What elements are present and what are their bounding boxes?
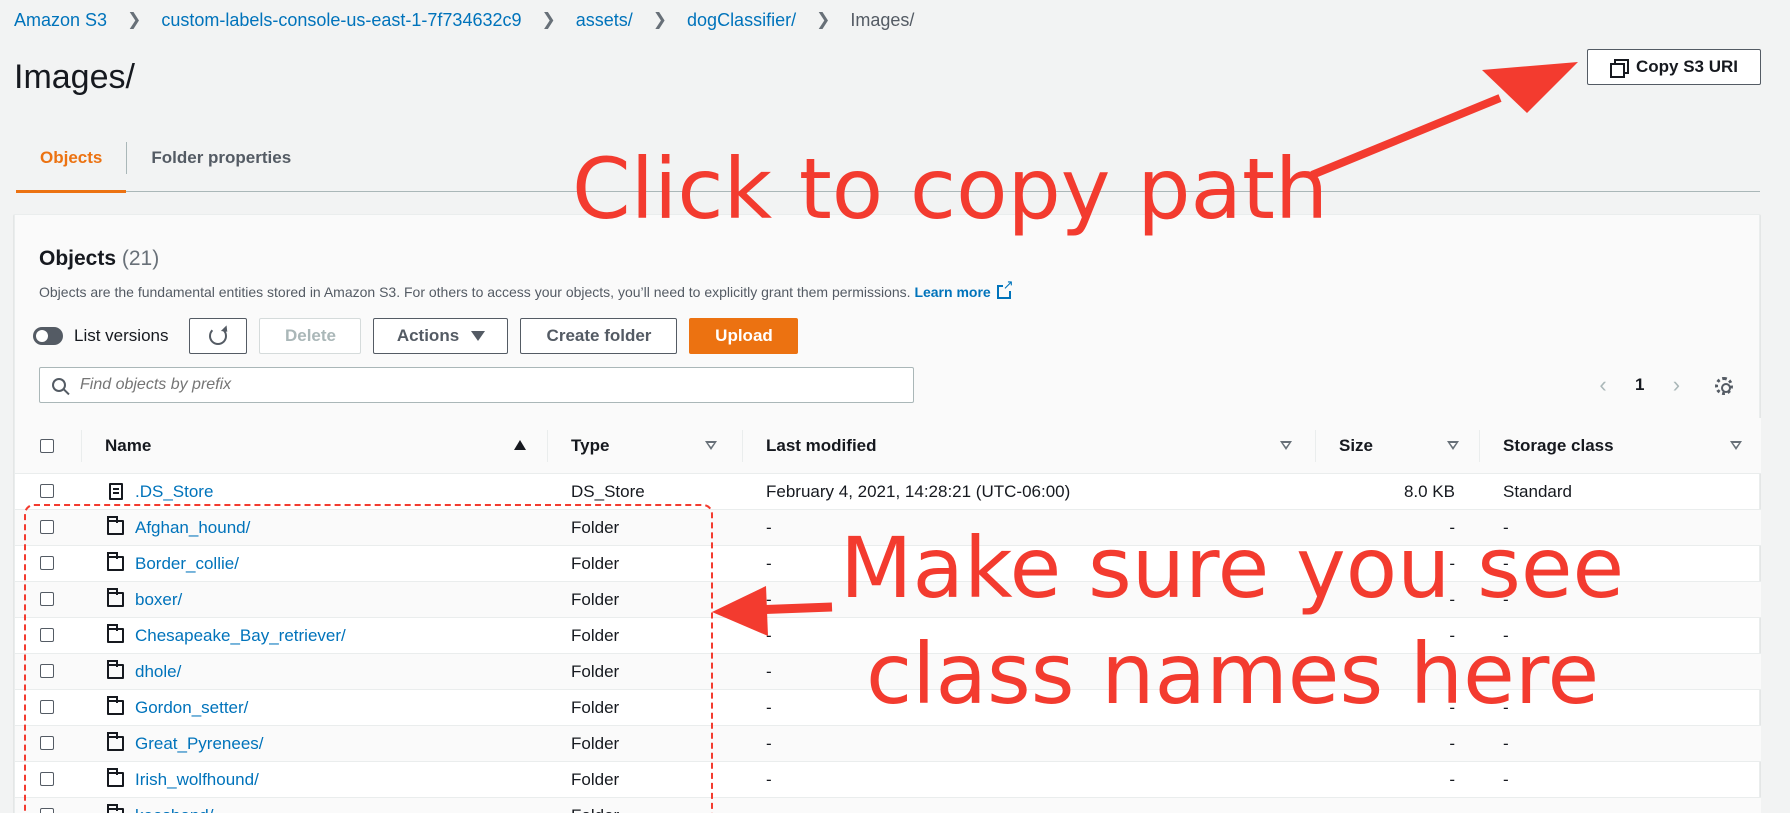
object-last-modified: - [766,662,772,681]
column-divider [547,430,548,462]
sort-toggle-icon[interactable] [1447,441,1459,450]
copy-s3-uri-label: Copy S3 URI [1635,57,1739,76]
object-last-modified: February 4, 2021, 14:28:21 (UTC-06:00) [766,482,1071,501]
delete-button[interactable]: Delete [259,318,362,354]
chevron-right-icon: ❯ [652,10,668,29]
objects-count: (21) [121,247,160,270]
refresh-icon [209,327,228,345]
class-names-highlight-box [24,504,713,813]
column-header-storage-class[interactable]: Storage class [1503,418,1614,474]
chevron-right-icon[interactable]: › [1666,372,1686,398]
chevron-right-icon: ❯ [127,10,142,29]
objects-description-text: Objects are the fundamental entities sto… [39,284,911,300]
copy-arrow-head [1482,62,1578,113]
column-header-size[interactable]: Size [1339,418,1373,474]
select-all-checkbox[interactable] [40,439,54,453]
actions-dropdown[interactable]: Actions [373,318,509,354]
chevron-right-icon: ❯ [816,10,831,29]
copy-path-annotation: Click to copy path [572,140,1329,238]
object-last-modified: - [766,798,772,813]
sort-ascending-icon[interactable] [514,440,526,450]
sort-toggle-icon[interactable] [1730,441,1742,450]
object-last-modified: - [766,626,772,645]
object-size: - [1449,734,1455,753]
tab-folder-properties[interactable]: Folder properties [127,140,315,192]
objects-description: Objects are the fundamental entities sto… [39,278,1014,300]
column-divider [1479,430,1480,462]
class-names-annotation-line1: Make sure you see [840,519,1625,617]
column-divider [81,430,82,462]
object-storage-class: - [1503,770,1509,789]
column-header-last-modified[interactable]: Last modified [766,418,877,474]
objects-heading: Objects (21) [39,247,159,271]
chevron-right-icon: ❯ [541,10,556,29]
copy-icon [1609,59,1629,78]
object-last-modified: - [766,518,772,537]
sort-toggle-icon[interactable] [705,441,717,450]
search-input[interactable] [80,376,880,394]
page-number[interactable]: 1 [1635,375,1644,395]
column-header-name[interactable]: Name [105,418,151,474]
sort-toggle-icon[interactable] [1280,441,1292,450]
object-storage-class: - [1503,798,1509,813]
breadcrumb-assets[interactable]: assets/ [576,10,633,31]
search-box[interactable] [39,367,914,403]
breadcrumb-current: Images/ [850,9,915,30]
pagination: ‹ 1 › [1593,367,1686,403]
create-folder-button[interactable]: Create folder [520,318,678,354]
object-last-modified: - [766,770,772,789]
external-link-icon[interactable] [996,278,1014,299]
object-size: 8.0 KB [1403,482,1455,501]
table-header: Name Type Last modified Size Storage cla… [15,418,1761,474]
page-title: Images/ [14,58,135,96]
breadcrumb-bucket[interactable]: custom-labels-console-us-east-1-7f734632… [161,10,521,31]
object-size: - [1449,798,1455,813]
row-checkbox[interactable] [40,484,54,498]
chevron-left-icon[interactable]: ‹ [1593,372,1613,398]
gear-icon[interactable] [1715,377,1733,395]
class-names-annotation-line2: class names here [866,625,1600,723]
breadcrumb-amazon-s3[interactable]: Amazon S3 [14,10,107,31]
objects-toolbar: List versions Delete Actions Create fold… [33,318,810,354]
search-icon [52,378,66,392]
object-storage-class: - [1503,734,1509,753]
upload-button[interactable]: Upload [689,318,799,354]
object-last-modified: - [766,554,772,573]
tab-objects[interactable]: Objects [16,140,127,193]
column-divider [1315,430,1316,462]
actions-label: Actions [396,326,460,345]
object-last-modified: - [766,734,772,753]
object-storage-class: Standard [1503,482,1572,501]
learn-more-link[interactable]: Learn more [914,284,990,300]
caret-down-icon [471,331,486,341]
list-versions-toggle[interactable] [33,327,63,345]
object-size: - [1449,770,1455,789]
column-header-type[interactable]: Type [571,418,609,474]
column-divider [742,430,743,462]
breadcrumb-dogclassifier[interactable]: dogClassifier/ [687,10,796,31]
object-last-modified: - [766,698,772,717]
object-last-modified: - [766,590,772,609]
copy-s3-uri-button[interactable]: Copy S3 URI [1587,49,1761,85]
file-icon [109,483,123,500]
list-versions-label: List versions [74,326,169,345]
refresh-button[interactable] [189,318,248,354]
objects-heading-label: Objects [39,247,117,270]
breadcrumb: Amazon S3 ❯ custom-labels-console-us-eas… [14,8,914,32]
